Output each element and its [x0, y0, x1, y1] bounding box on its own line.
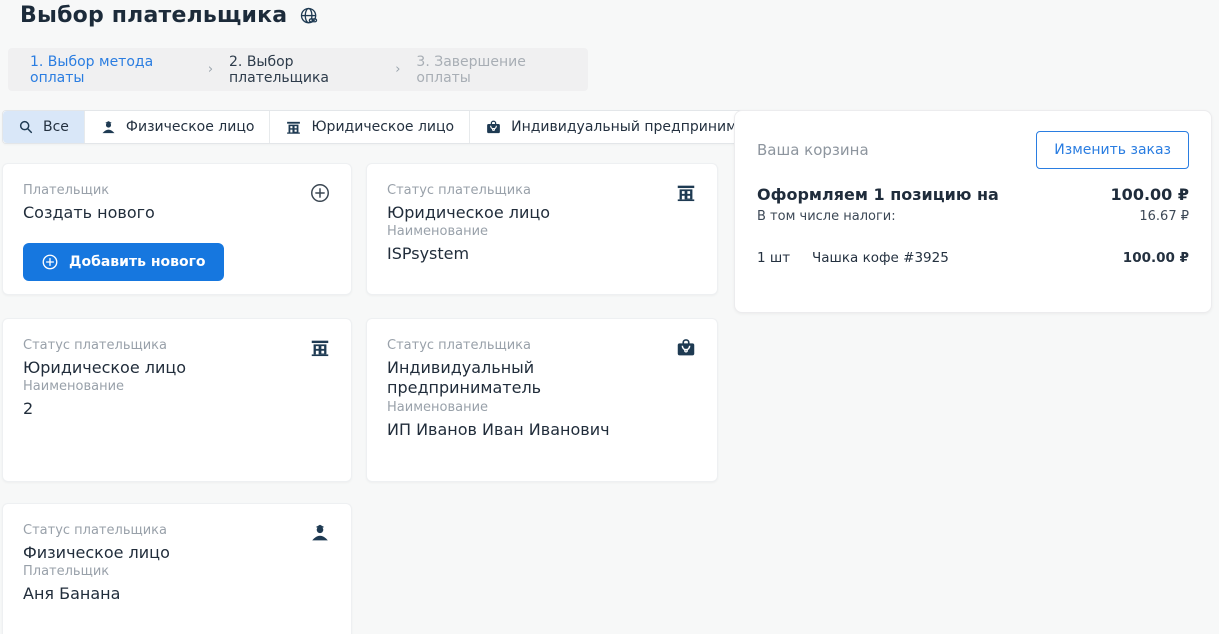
circle-plus-icon	[309, 182, 331, 204]
building-icon	[285, 119, 302, 136]
breadcrumb-step-payer-selection: 2. Выбор плательщика	[229, 54, 379, 86]
cart-total-label: Оформляем 1 позицию на	[757, 185, 999, 204]
search-icon	[18, 119, 34, 135]
field-label: Наименование	[23, 378, 253, 396]
field-label: Наименование	[387, 399, 617, 417]
cart-tax-label: В том числе налоги:	[757, 209, 896, 224]
payer-card-legal-ispsystem[interactable]: Статус плательщика Юридическое лицо Наим…	[366, 163, 718, 295]
tab-label: Все	[43, 119, 69, 135]
cart-item-name: Чашка кофе #3925	[812, 250, 1123, 266]
tab-individual-person[interactable]: Физическое лицо	[85, 111, 271, 143]
tab-all[interactable]: Все	[3, 111, 85, 143]
field-label: Статус плательщика	[23, 522, 170, 540]
tab-label: Физическое лицо	[126, 119, 255, 135]
tab-label: Юридическое лицо	[311, 119, 454, 135]
breadcrumb-step-payment-completion: 3. Завершение оплаты	[416, 54, 566, 86]
payer-card-sole-proprietor[interactable]: Статус плательщика Индивидуальный предпр…	[366, 318, 718, 482]
field-label: Плательщик	[23, 182, 155, 200]
circle-plus-icon	[41, 253, 59, 271]
briefcase-icon	[485, 119, 502, 136]
field-label: Статус плательщика	[387, 337, 617, 355]
person-icon	[309, 522, 331, 544]
payer-card-legal-2[interactable]: Статус плательщика Юридическое лицо Наим…	[2, 318, 352, 482]
chevron-right-icon: ›	[395, 62, 400, 77]
edit-order-button[interactable]: Изменить заказ	[1036, 131, 1189, 169]
building-icon	[309, 337, 331, 359]
cart-title: Ваша корзина	[757, 141, 869, 159]
breadcrumb: 1. Выбор метода оплаты › 2. Выбор плател…	[8, 48, 588, 91]
page-title-row: Выбор плательщика	[20, 3, 319, 28]
payer-selection-page: Выбор плательщика 1. Выбор метода оплаты…	[0, 0, 1219, 634]
field-value: 2	[23, 399, 253, 420]
briefcase-icon	[675, 337, 697, 359]
field-value: ИП Иванов Иван Иванович	[387, 420, 617, 441]
tab-legal-entity[interactable]: Юридическое лицо	[270, 111, 470, 143]
add-new-payer-button-label: Добавить нового	[69, 254, 206, 270]
page-title: Выбор плательщика	[20, 3, 287, 28]
field-label: Статус плательщика	[23, 337, 186, 355]
field-value: Юридическое лицо	[387, 203, 550, 224]
field-value: Индивидуальный предприниматель	[387, 358, 617, 400]
cart-item-row: 1 шт Чашка кофе #3925 100.00 ₽	[757, 250, 1189, 266]
payer-card-create-new[interactable]: Плательщик Создать нового Добавить ново	[2, 163, 352, 295]
breadcrumb-step-payment-method[interactable]: 1. Выбор метода оплаты	[30, 54, 192, 86]
cart-item-price: 100.00 ₽	[1123, 250, 1189, 266]
building-icon	[675, 182, 697, 204]
chevron-right-icon: ›	[208, 62, 213, 77]
field-label: Статус плательщика	[387, 182, 550, 200]
field-value: Физическое лицо	[23, 543, 170, 564]
cart-tax-value: 16.67 ₽	[1139, 209, 1189, 224]
globe-link-icon[interactable]	[299, 6, 319, 26]
field-label: Плательщик	[23, 563, 253, 581]
payer-type-tab-bar: Все Физическое лицо Юридическое лицо	[2, 110, 795, 144]
field-value: Аня Банана	[23, 584, 253, 605]
person-icon	[100, 119, 117, 136]
add-new-payer-button[interactable]: Добавить нового	[23, 243, 224, 281]
cart-item-quantity: 1 шт	[757, 250, 812, 266]
field-value: Юридическое лицо	[23, 358, 186, 379]
field-value: Создать нового	[23, 203, 155, 224]
cart-total-value: 100.00 ₽	[1111, 185, 1189, 204]
field-label: Наименование	[387, 223, 617, 241]
field-value: ISPsystem	[387, 244, 617, 265]
cart-panel: Ваша корзина Изменить заказ Оформляем 1 …	[734, 110, 1212, 313]
payer-card-individual-person[interactable]: Статус плательщика Физическое лицо Плате…	[2, 503, 352, 634]
